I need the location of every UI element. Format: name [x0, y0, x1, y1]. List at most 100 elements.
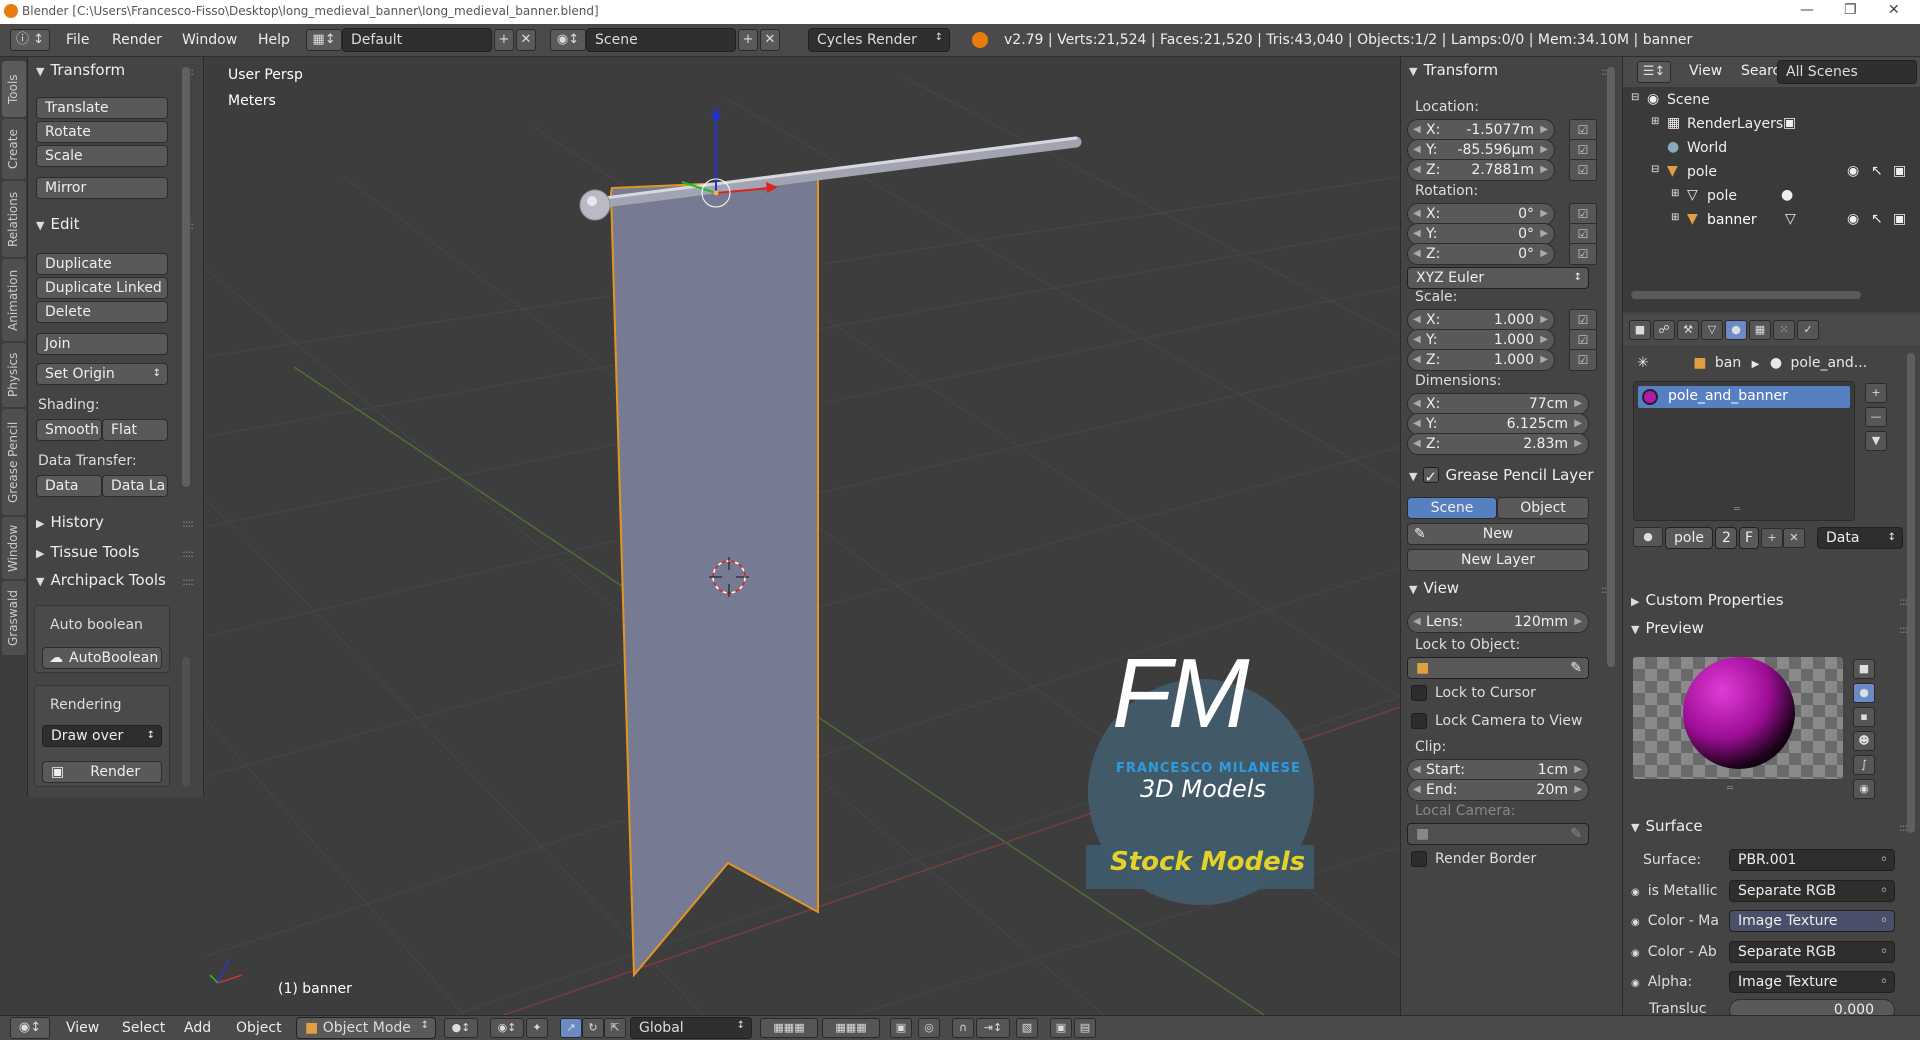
smooth-button[interactable]: Smooth	[36, 419, 102, 441]
lock-cursor-checkbox[interactable]	[1411, 685, 1427, 701]
menu-add[interactable]: Add	[184, 1020, 211, 1036]
constraints-tab-icon[interactable]: ☍	[1653, 320, 1675, 340]
tab-relations[interactable]: Relations	[2, 181, 26, 257]
cursor-select-icon[interactable]: ↖	[1871, 163, 1883, 179]
outliner-row-renderlayers[interactable]: ⊞ ▦ RenderLayers ▣	[1623, 113, 1920, 137]
material-tab-icon[interactable]: ●	[1725, 320, 1747, 340]
tab-physics[interactable]: Physics	[2, 343, 26, 407]
dimension-y-field[interactable]: ◀ Y: 6.125cm ▶	[1407, 413, 1589, 435]
add-scene-button[interactable]: +	[738, 29, 758, 51]
scrollbar[interactable]	[1631, 291, 1861, 299]
particles-tab-icon[interactable]: ⁙	[1773, 320, 1795, 340]
scrollbar[interactable]	[182, 657, 190, 787]
scrollbar[interactable]	[1607, 67, 1615, 667]
rotate-button[interactable]: Rotate	[36, 121, 168, 143]
scrollbar[interactable]	[1907, 353, 1915, 833]
outliner-view-menu[interactable]: View	[1689, 63, 1722, 79]
data-tab-icon[interactable]: ▽	[1701, 320, 1723, 340]
snap-element-icon[interactable]: ⇥↕	[976, 1018, 1010, 1038]
layers-grid-icon[interactable]: ▦▦▦	[822, 1018, 880, 1038]
panel-transform-header[interactable]: ▼ Transform	[1409, 61, 1498, 79]
menu-select[interactable]: Select	[122, 1020, 165, 1036]
pivot-point-icon[interactable]: ◉↕	[490, 1018, 524, 1038]
material-browse-icon[interactable]: ●	[1633, 527, 1663, 547]
menu-view[interactable]: View	[66, 1020, 99, 1036]
eye-icon[interactable]: ◉	[1847, 163, 1859, 179]
tab-tools[interactable]: Tools	[2, 61, 26, 117]
preview-resize-grip[interactable]: ═	[1727, 783, 1733, 794]
duplicate-button[interactable]: Duplicate	[36, 253, 168, 275]
delete-screen-button[interactable]: ✕	[516, 29, 536, 51]
snap-toggle-icon[interactable]: ∩	[952, 1018, 974, 1038]
screen-layout-field[interactable]: Default	[342, 28, 492, 52]
render-engine-dropdown[interactable]: Cycles Render ↕	[808, 28, 950, 52]
menu-window[interactable]: Window	[182, 32, 237, 48]
pole-mesh[interactable]	[583, 136, 1082, 210]
preview-world-icon[interactable]: ◉	[1853, 779, 1875, 799]
close-window-button[interactable]: ✕	[1888, 2, 1900, 18]
gp-new-button[interactable]: ✎ New	[1407, 523, 1589, 545]
preview-cube-icon[interactable]: ▪	[1853, 707, 1875, 727]
layers-grid-icon[interactable]: ▦▦▦	[760, 1018, 818, 1038]
draw-over-dropdown[interactable]: Draw over ↕	[42, 725, 162, 747]
rotation-y-field[interactable]: ◀ Y: 0° ▶	[1407, 223, 1555, 245]
pin-icon[interactable]: ✳	[1637, 355, 1649, 371]
lock-icon[interactable]: ☑	[1569, 309, 1597, 331]
minimize-button[interactable]: —	[1800, 2, 1814, 18]
material-users-field[interactable]: 2	[1715, 527, 1737, 549]
gp-scene-toggle[interactable]: Scene	[1407, 497, 1497, 519]
lock-icon[interactable]: ☑	[1569, 203, 1597, 225]
lock-icon[interactable]: ☑	[1569, 329, 1597, 351]
outliner-filter-dropdown[interactable]: All Scenes	[1777, 60, 1917, 84]
transform-orientation-dropdown[interactable]: Global ↕	[630, 1017, 752, 1039]
tab-window[interactable]: Window	[2, 517, 26, 579]
input-metallic-dropdown[interactable]: Separate RGB ◦	[1729, 880, 1895, 902]
panel-grip-icon[interactable]: ::::	[182, 547, 194, 560]
panel-transform-header[interactable]: ▼ Transform	[36, 61, 125, 79]
duplicate-linked-button[interactable]: Duplicate Linked	[36, 277, 168, 299]
input-alpha-dropdown[interactable]: Image Texture ◦	[1729, 971, 1895, 993]
panel-grip-icon[interactable]: ::::	[182, 575, 194, 588]
mirror-button[interactable]: Mirror	[36, 177, 168, 199]
dimension-x-field[interactable]: ◀ X: 77cm ▶	[1407, 393, 1589, 415]
lock-icon[interactable]: ☑	[1569, 159, 1597, 181]
gp-new-layer-button[interactable]: New Layer	[1407, 549, 1589, 571]
link-dropdown[interactable]: Data ↕	[1817, 527, 1903, 549]
editor-type-info-icon[interactable]: ⓘ ↕	[10, 29, 50, 51]
eyedropper-icon[interactable]: ✎	[1570, 658, 1582, 678]
delete-scene-button[interactable]: ✕	[760, 29, 780, 51]
remove-slot-icon[interactable]: —	[1865, 407, 1887, 427]
material-name-field[interactable]: pole	[1665, 527, 1713, 549]
preview-monkey-icon[interactable]: ☻	[1853, 731, 1875, 751]
flat-button[interactable]: Flat	[102, 419, 168, 441]
lock-object-field[interactable]: ■ ✎	[1407, 657, 1589, 679]
object-mode-dropdown[interactable]: ■ Object Mode ↕	[296, 1017, 436, 1039]
eye-icon[interactable]: ◉	[1847, 211, 1859, 227]
panel-tissue-header[interactable]: ▶ Tissue Tools	[36, 543, 139, 561]
input-color-ab-dropdown[interactable]: Separate RGB ◦	[1729, 941, 1895, 963]
opengl-animation-icon[interactable]: ▤	[1074, 1018, 1096, 1038]
lock-icon[interactable]: ☑	[1569, 223, 1597, 245]
rotation-x-field[interactable]: ◀ X: 0° ▶	[1407, 203, 1555, 225]
lock-camera-checkbox[interactable]	[1411, 713, 1427, 729]
lock-layers-icon[interactable]: ▣	[890, 1018, 912, 1038]
object-tab-icon[interactable]: ■	[1629, 320, 1651, 340]
physics-tab-icon[interactable]: ✓	[1797, 320, 1819, 340]
material-slot-list[interactable]: pole_and_banner ═	[1633, 381, 1855, 521]
menu-file[interactable]: File	[66, 32, 89, 48]
add-slot-icon[interactable]: +	[1865, 383, 1887, 403]
scale-x-field[interactable]: ◀ X: 1.000 ▶	[1407, 309, 1555, 331]
rotate-manipulator-icon[interactable]: ↻	[582, 1018, 604, 1038]
translate-button[interactable]: Translate	[36, 97, 168, 119]
panel-preview-header[interactable]: ▼ Preview	[1631, 619, 1704, 637]
render-icon[interactable]: ▣	[1783, 115, 1796, 131]
viewport-shading-icon[interactable]: ●↕	[444, 1018, 478, 1038]
unlink-material-icon[interactable]: ✕	[1783, 528, 1805, 548]
lock-icon[interactable]: ☑	[1569, 119, 1597, 141]
3d-viewport[interactable]: User Persp Meters (1) banner FM FRANCESC…	[204, 57, 1400, 1015]
preview-sphere-icon[interactable]: ●	[1853, 683, 1875, 703]
render-button[interactable]: ▣ Render	[42, 761, 162, 783]
scene-field[interactable]: Scene	[586, 28, 736, 52]
tab-create[interactable]: Create	[2, 119, 26, 179]
panel-view-header[interactable]: ▼ View	[1409, 579, 1459, 597]
